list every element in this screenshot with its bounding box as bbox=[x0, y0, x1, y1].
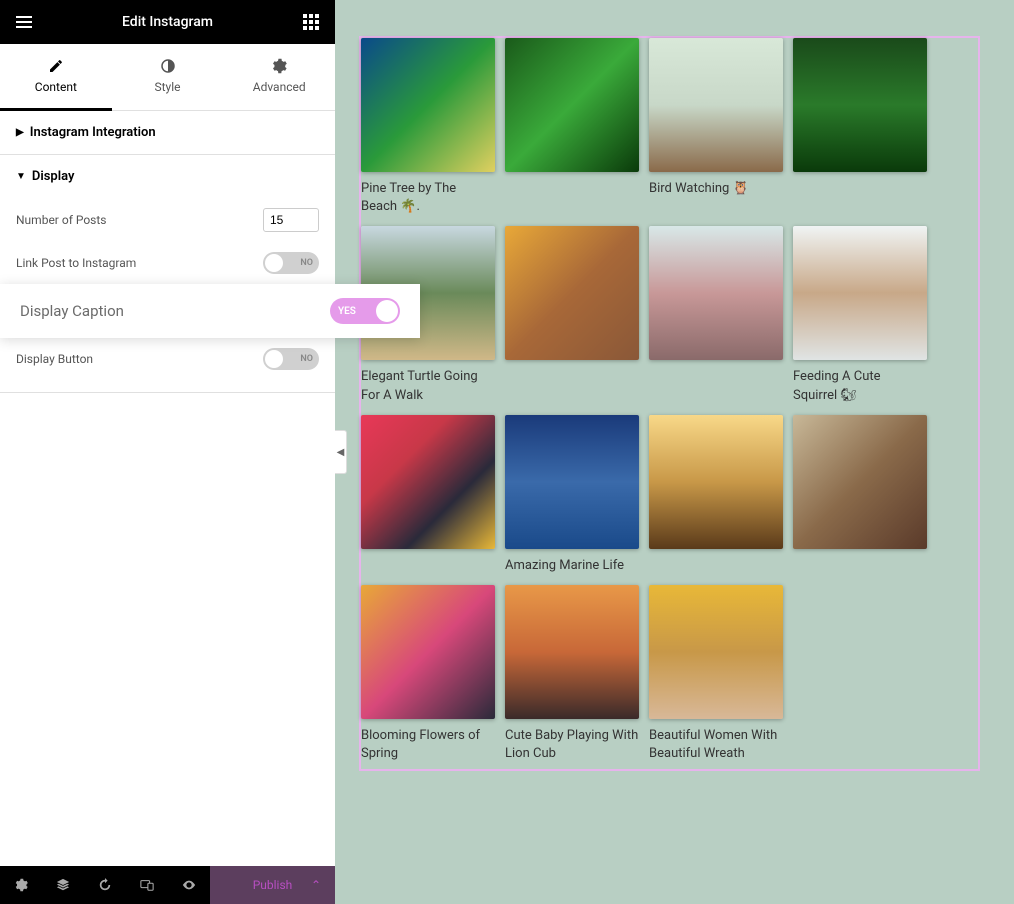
grid-icon bbox=[303, 14, 319, 30]
pencil-icon bbox=[48, 58, 64, 74]
post-caption: Beautiful Women With Beautiful Wreath bbox=[649, 727, 783, 763]
preview-button[interactable] bbox=[168, 866, 210, 904]
bottom-toolbar: Publish ⌃ bbox=[0, 866, 335, 904]
feed-post[interactable]: Bird Watching 🦉 bbox=[649, 38, 783, 216]
section-display-title: Display bbox=[32, 169, 75, 184]
feed-post[interactable] bbox=[793, 415, 927, 575]
publish-label: Publish bbox=[253, 878, 293, 892]
tab-style-label: Style bbox=[155, 80, 181, 94]
tab-advanced[interactable]: Advanced bbox=[223, 44, 335, 110]
link-post-label: Link Post to Instagram bbox=[16, 256, 136, 270]
post-thumbnail[interactable] bbox=[793, 415, 927, 549]
number-of-posts-input[interactable] bbox=[263, 208, 319, 232]
link-post-toggle[interactable]: NO bbox=[263, 252, 319, 274]
feed-post[interactable]: Feeding A Cute Squirrel 🐿 bbox=[793, 226, 927, 404]
section-integration-title: Instagram Integration bbox=[30, 125, 156, 140]
post-caption: Elegant Turtle Going For A Walk bbox=[361, 368, 495, 404]
feed-post[interactable]: Blooming Flowers of Spring bbox=[361, 585, 495, 763]
widgets-button[interactable] bbox=[301, 12, 321, 32]
layers-icon bbox=[56, 878, 70, 892]
responsive-icon bbox=[140, 878, 154, 892]
row-number-of-posts: Number of Posts bbox=[16, 198, 319, 242]
chevron-up-icon: ⌃ bbox=[311, 878, 321, 892]
post-thumbnail[interactable] bbox=[649, 415, 783, 549]
feed-post[interactable]: Pine Tree by The Beach 🌴. bbox=[361, 38, 495, 216]
feed-post[interactable] bbox=[649, 226, 783, 404]
post-caption: Cute Baby Playing With Lion Cub bbox=[505, 727, 639, 763]
feed-grid: Pine Tree by The Beach 🌴. Bird Watching 🦉… bbox=[361, 38, 972, 763]
history-icon bbox=[98, 878, 112, 892]
post-thumbnail[interactable] bbox=[793, 226, 927, 360]
hamburger-icon bbox=[16, 16, 32, 28]
link-post-toggle-value: NO bbox=[300, 258, 313, 268]
gear-icon bbox=[271, 58, 287, 74]
caret-right-icon: ▶ bbox=[16, 127, 24, 138]
settings-button[interactable] bbox=[0, 866, 42, 904]
post-thumbnail[interactable] bbox=[793, 38, 927, 172]
feed-post[interactable]: Cute Baby Playing With Lion Cub bbox=[505, 585, 639, 763]
collapse-sidebar-button[interactable]: ◀ bbox=[335, 430, 347, 474]
contrast-icon bbox=[160, 58, 176, 74]
post-thumbnail[interactable] bbox=[649, 226, 783, 360]
display-caption-label: Display Caption bbox=[20, 302, 124, 320]
post-thumbnail[interactable] bbox=[649, 585, 783, 719]
post-caption: Feeding A Cute Squirrel 🐿 bbox=[793, 368, 927, 404]
feed-post[interactable] bbox=[505, 226, 639, 404]
caret-down-icon: ▼ bbox=[16, 171, 26, 182]
feed-post[interactable]: Amazing Marine Life bbox=[505, 415, 639, 575]
toggle-knob bbox=[376, 300, 398, 322]
feed-post[interactable] bbox=[361, 415, 495, 575]
display-caption-toggle[interactable]: YES bbox=[330, 298, 400, 324]
tab-advanced-label: Advanced bbox=[253, 80, 306, 94]
post-thumbnail[interactable] bbox=[649, 38, 783, 172]
row-display-button: Display Button NO bbox=[16, 338, 319, 380]
instagram-feed-widget[interactable]: Pine Tree by The Beach 🌴. Bird Watching 🦉… bbox=[359, 36, 980, 771]
feed-post[interactable] bbox=[793, 38, 927, 216]
post-thumbnail[interactable] bbox=[505, 415, 639, 549]
display-button-label: Display Button bbox=[16, 352, 93, 366]
feed-post[interactable] bbox=[505, 38, 639, 216]
post-caption: Pine Tree by The Beach 🌴. bbox=[361, 180, 495, 216]
post-thumbnail[interactable] bbox=[361, 585, 495, 719]
tabs: Content Style Advanced bbox=[0, 44, 335, 111]
display-button-toggle-value: NO bbox=[300, 354, 313, 364]
toggle-knob bbox=[265, 350, 283, 368]
post-caption: Amazing Marine Life bbox=[505, 557, 639, 575]
chevron-left-icon: ◀ bbox=[337, 447, 345, 458]
post-caption: Bird Watching 🦉 bbox=[649, 180, 783, 198]
tab-style[interactable]: Style bbox=[112, 44, 224, 110]
display-caption-toggle-value: YES bbox=[338, 306, 356, 317]
sidebar-topbar: Edit Instagram bbox=[0, 0, 335, 44]
post-thumbnail[interactable] bbox=[505, 226, 639, 360]
section-integration: ▶ Instagram Integration bbox=[0, 111, 335, 155]
responsive-button[interactable] bbox=[126, 866, 168, 904]
row-link-post: Link Post to Instagram NO bbox=[16, 242, 319, 284]
row-display-caption: Display Caption YES bbox=[0, 284, 420, 338]
post-thumbnail[interactable] bbox=[361, 38, 495, 172]
post-thumbnail[interactable] bbox=[361, 415, 495, 549]
canvas: Pine Tree by The Beach 🌴. Bird Watching 🦉… bbox=[335, 0, 1014, 904]
number-of-posts-label: Number of Posts bbox=[16, 213, 107, 227]
post-caption: Blooming Flowers of Spring bbox=[361, 727, 495, 763]
history-button[interactable] bbox=[84, 866, 126, 904]
eye-icon bbox=[181, 878, 197, 892]
feed-post[interactable] bbox=[649, 415, 783, 575]
section-display-body: Number of Posts Link Post to Instagram N… bbox=[0, 198, 335, 392]
menu-button[interactable] bbox=[14, 12, 34, 32]
panel-title: Edit Instagram bbox=[34, 14, 301, 30]
section-display-header[interactable]: ▼ Display bbox=[0, 155, 335, 198]
navigator-button[interactable] bbox=[42, 866, 84, 904]
editor-sidebar: Edit Instagram Content Style Advanced ▶ … bbox=[0, 0, 335, 904]
tab-content[interactable]: Content bbox=[0, 44, 112, 111]
feed-post[interactable]: Beautiful Women With Beautiful Wreath bbox=[649, 585, 783, 763]
post-thumbnail[interactable] bbox=[505, 585, 639, 719]
publish-button[interactable]: Publish ⌃ bbox=[210, 866, 335, 904]
tab-content-label: Content bbox=[35, 80, 77, 94]
display-button-toggle[interactable]: NO bbox=[263, 348, 319, 370]
section-integration-header[interactable]: ▶ Instagram Integration bbox=[0, 111, 335, 154]
gear-icon bbox=[14, 878, 28, 892]
post-thumbnail[interactable] bbox=[505, 38, 639, 172]
section-display: ▼ Display Number of Posts Link Post to I… bbox=[0, 155, 335, 393]
toggle-knob bbox=[265, 254, 283, 272]
